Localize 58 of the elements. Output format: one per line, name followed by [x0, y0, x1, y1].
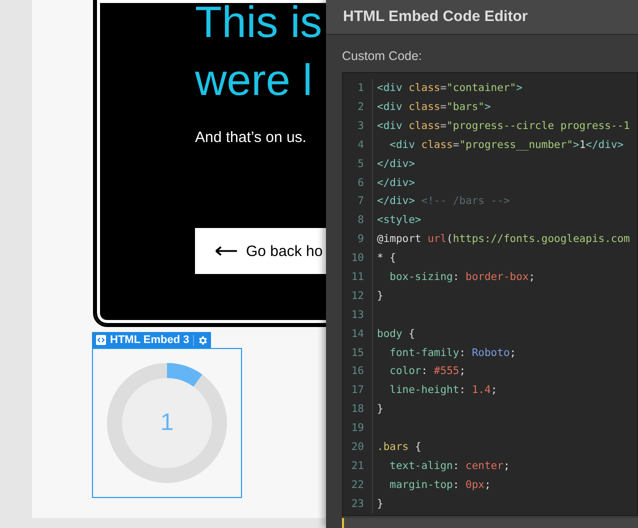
- progress-number: 1: [160, 409, 174, 437]
- code-line: }: [376, 403, 384, 416]
- line-number: 10: [343, 248, 373, 268]
- line-number: 12: [343, 286, 373, 306]
- line-number: 20: [343, 438, 373, 456]
- line-number: 5: [343, 154, 373, 174]
- line-number: 14: [343, 324, 373, 344]
- code-line: box-sizing: border-box;: [388, 271, 536, 283]
- go-back-button[interactable]: Go back ho: [195, 228, 326, 274]
- line-number: 3: [343, 116, 373, 136]
- code-line: .bars {: [376, 441, 422, 454]
- line-number: 2: [343, 98, 373, 116]
- code-line: <div class="container">: [376, 82, 524, 94]
- code-line: text-align: center;: [388, 460, 511, 472]
- code-line: <div class="progress--circle progress--1: [376, 120, 631, 132]
- embed-label-tab[interactable]: HTML Embed 3: [92, 332, 212, 348]
- code-line: <div class="bars">: [376, 100, 492, 113]
- line-number: 9: [343, 230, 373, 249]
- code-line: }: [376, 498, 384, 510]
- code-icon: [96, 335, 106, 345]
- line-number: 16: [343, 362, 373, 381]
- line-number: 13: [343, 305, 373, 324]
- line-number: 19: [343, 418, 373, 438]
- heading-line: were l: [195, 55, 312, 107]
- code-line: margin-top: 0px;: [388, 478, 492, 491]
- code-line: font-family: Roboto;: [388, 346, 518, 359]
- code-input-field[interactable]: [342, 72, 638, 516]
- code-line: <div class="progress__number">1</div>: [388, 138, 625, 151]
- line-number: 7: [343, 192, 373, 211]
- line-number: 15: [343, 343, 373, 362]
- line-number: 11: [343, 268, 373, 286]
- line-number: 8: [343, 210, 373, 230]
- line-number: 6: [343, 173, 373, 192]
- line-number: 21: [343, 456, 373, 476]
- code-line: }: [376, 290, 384, 302]
- line-number: 4: [343, 135, 373, 154]
- code-line: line-height: 1.4;: [388, 384, 498, 396]
- code-line: @import url(https://fonts.googleapis.com: [376, 233, 631, 246]
- line-number: 17: [343, 380, 373, 400]
- html-embed-frame[interactable]: 1: [92, 348, 242, 498]
- heading-line: This is: [195, 0, 322, 49]
- subtext: And that’s on us.: [195, 129, 306, 146]
- panel-title: HTML Embed Code Editor: [326, 0, 638, 35]
- code-line: </div>: [376, 176, 416, 189]
- line-number: 18: [343, 400, 373, 419]
- code-line: * {: [376, 252, 397, 264]
- settings-icon[interactable]: [197, 334, 208, 346]
- arrow-left-icon: [215, 246, 237, 256]
- line-number: 1: [343, 78, 373, 98]
- embed-label: HTML Embed 3: [109, 334, 190, 346]
- code-line: </div>: [376, 158, 416, 170]
- code-line: </div> <!-- /bars -->: [376, 195, 511, 208]
- line-number: 22: [343, 475, 373, 494]
- line-number: 23: [343, 494, 373, 514]
- code-line: <style>: [376, 214, 422, 226]
- code-line: body {: [376, 328, 416, 340]
- field-label: Custom Code:: [342, 48, 423, 63]
- code-line: color: #555;: [388, 365, 467, 378]
